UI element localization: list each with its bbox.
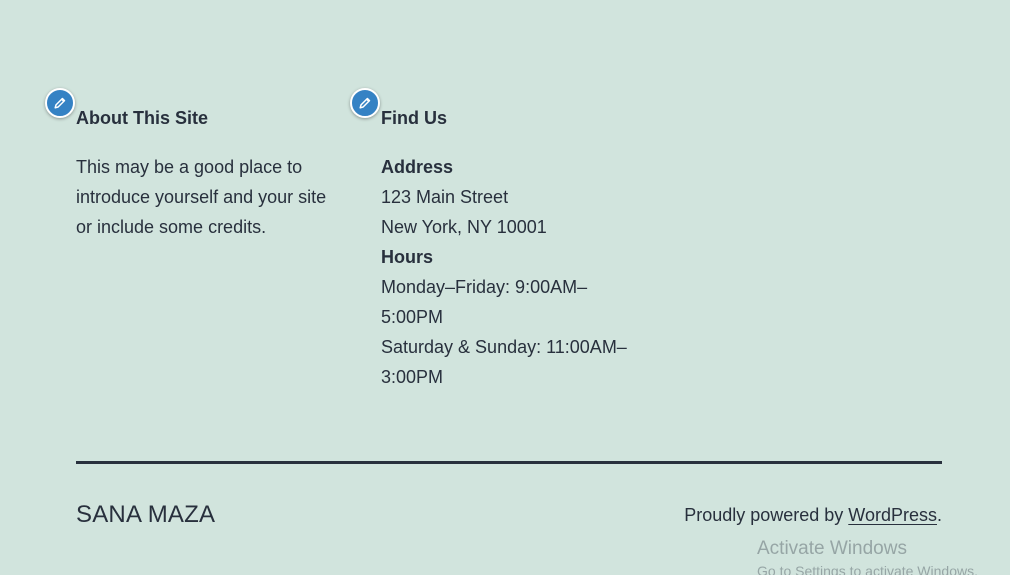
activate-windows-title: Activate Windows (757, 538, 907, 559)
footer-separator (76, 461, 942, 464)
site-name[interactable]: SANA MAZA (76, 499, 215, 531)
powered-by-prefix: Proudly powered by (684, 505, 849, 525)
powered-by: Proudly powered by WordPress. (684, 501, 942, 529)
pencil-icon (358, 96, 372, 110)
hours-weekend-line-2: 3:00PM (381, 367, 444, 387)
widget-title-about: About This Site (76, 108, 208, 128)
hours-weekday-line-2: 5:00PM (381, 307, 444, 327)
powered-by-suffix: . (936, 505, 942, 525)
edit-widget-about-button[interactable] (45, 88, 75, 118)
widget-about-text: This may be a good place to introduce yo… (76, 152, 346, 242)
widget-title-find-us: Find Us (381, 108, 447, 128)
widget-find-us: Find Us Address 123 Main Street New York… (350, 88, 641, 392)
address-line-1: 123 Main Street (381, 187, 509, 207)
wordpress-link[interactable]: WordPress (848, 505, 937, 525)
about-description: This may be a good place to introduce yo… (76, 157, 327, 237)
page: About This Site This may be a good place… (0, 0, 1010, 575)
hours-weekend-line-1: Saturday & Sunday: 11:00AM– (381, 337, 627, 357)
hours-weekday-line-1: Monday–Friday: 9:00AM– (381, 277, 588, 297)
activate-windows-watermark: Activate Windows Go to Settings to activ… (757, 537, 978, 575)
widget-about: About This Site This may be a good place… (45, 88, 346, 242)
address-line-2: New York, NY 10001 (381, 217, 547, 237)
activate-windows-subtitle: Go to Settings to activate Windows. (757, 563, 978, 575)
widget-find-us-text: Address 123 Main Street New York, NY 100… (381, 152, 641, 392)
edit-widget-find-us-button[interactable] (350, 88, 380, 118)
address-heading: Address (381, 157, 454, 177)
pencil-icon (53, 96, 67, 110)
hours-heading: Hours (381, 247, 434, 267)
